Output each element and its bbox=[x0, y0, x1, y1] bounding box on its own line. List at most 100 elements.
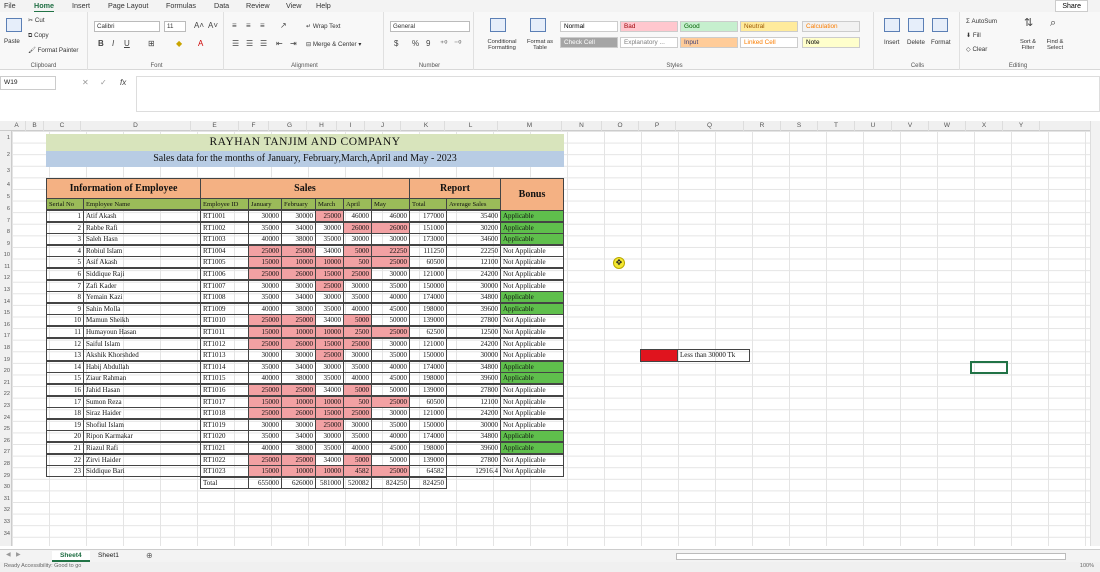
font-name-select[interactable]: Calibri bbox=[94, 21, 160, 32]
formula-input[interactable] bbox=[136, 76, 1100, 112]
table-cell-sn[interactable]: 11 bbox=[46, 326, 84, 338]
menu-tab-data[interactable]: Data bbox=[214, 1, 229, 10]
table-cell-may[interactable]: 45000 bbox=[371, 372, 410, 385]
table-cell-apr[interactable]: 25000 bbox=[343, 407, 372, 420]
table-cell-total[interactable]: 121000 bbox=[409, 407, 447, 420]
table-cell-jan[interactable]: 40000 bbox=[248, 233, 282, 246]
row-header-33[interactable]: 33 bbox=[0, 519, 12, 525]
table-cell-jan[interactable]: 40000 bbox=[248, 442, 282, 454]
table-header-cell[interactable]: January bbox=[248, 198, 282, 210]
table-cell-id[interactable]: RT1019 bbox=[200, 418, 249, 431]
table-cell-apr[interactable]: 30000 bbox=[343, 349, 372, 362]
column-header-N[interactable]: N bbox=[562, 121, 602, 131]
cell-style-good[interactable]: Good bbox=[680, 21, 738, 32]
table-cell-name[interactable]: Zafi Kader bbox=[83, 279, 201, 292]
table-cell-bonus[interactable]: Not Applicable bbox=[500, 395, 564, 408]
column-header-B[interactable]: B bbox=[26, 121, 44, 131]
table-cell-feb[interactable]: 25000 bbox=[281, 453, 316, 466]
table-cell-may[interactable]: 45000 bbox=[371, 442, 410, 454]
table-cell-name[interactable]: Robiul Islam bbox=[83, 244, 201, 257]
column-header-T[interactable]: T bbox=[818, 121, 855, 131]
row-header-28[interactable]: 28 bbox=[0, 461, 12, 467]
wrap-text-button[interactable]: ↵ Wrap Text bbox=[306, 23, 341, 30]
table-cell-mar[interactable]: 35000 bbox=[315, 442, 344, 454]
currency-icon[interactable]: $ bbox=[394, 40, 398, 48]
paste-icon[interactable] bbox=[6, 18, 22, 32]
table-cell-feb[interactable]: 38000 bbox=[281, 442, 316, 454]
column-header-A[interactable]: A bbox=[8, 121, 26, 131]
total-cell-mar[interactable]: 581000 bbox=[315, 476, 344, 489]
table-cell-jan[interactable]: 40000 bbox=[248, 372, 282, 385]
table-cell-may[interactable]: 35000 bbox=[371, 349, 410, 362]
table-cell-name[interactable]: Saiful Islam bbox=[83, 337, 201, 350]
table-cell-sn[interactable]: 2 bbox=[46, 221, 84, 234]
table-cell-sn[interactable]: 8 bbox=[46, 291, 84, 304]
table-cell-may[interactable]: 50000 bbox=[371, 384, 410, 396]
table-cell-avg[interactable]: 22250 bbox=[446, 244, 501, 257]
table-cell-id[interactable]: RT1021 bbox=[200, 442, 249, 454]
fill-color-icon[interactable]: ◆ bbox=[176, 40, 182, 48]
table-cell-bonus[interactable]: Applicable bbox=[500, 372, 564, 385]
table-cell-apr[interactable]: 46000 bbox=[343, 210, 372, 222]
table-cell-id[interactable]: RT1009 bbox=[200, 302, 249, 315]
table-cell-bonus[interactable]: Not Applicable bbox=[500, 314, 564, 327]
delete-icon[interactable] bbox=[908, 18, 924, 32]
total-cell-total[interactable]: 824250 bbox=[409, 476, 447, 489]
table-cell-feb[interactable]: 38000 bbox=[281, 372, 316, 385]
table-cell-feb[interactable]: 26000 bbox=[281, 268, 316, 280]
table-cell-jan[interactable]: 35000 bbox=[248, 430, 282, 443]
table-cell-feb[interactable]: 30000 bbox=[281, 279, 316, 292]
column-header-P[interactable]: P bbox=[639, 121, 676, 131]
table-cell-total[interactable]: 60500 bbox=[409, 256, 447, 269]
row-header-4[interactable]: 4 bbox=[0, 182, 12, 188]
table-cell-sn[interactable]: 17 bbox=[46, 395, 84, 408]
table-cell-avg[interactable]: 30000 bbox=[446, 279, 501, 292]
row-header-15[interactable]: 15 bbox=[0, 310, 12, 316]
table-cell-total[interactable]: 150000 bbox=[409, 418, 447, 431]
tab-scroll-left-icon[interactable]: ◀ bbox=[6, 552, 11, 558]
total-cell-may[interactable]: 824250 bbox=[371, 476, 410, 489]
table-cell-may[interactable]: 30000 bbox=[371, 233, 410, 246]
table-cell-apr[interactable]: 500 bbox=[343, 256, 372, 269]
table-cell-feb[interactable]: 30000 bbox=[281, 349, 316, 362]
table-cell-bonus[interactable]: Not Applicable bbox=[500, 384, 564, 396]
row-header-31[interactable]: 31 bbox=[0, 496, 12, 502]
table-cell-may[interactable]: 50000 bbox=[371, 453, 410, 466]
table-cell-name[interactable]: Zirvi Haider bbox=[83, 453, 201, 466]
table-cell-jan[interactable]: 15000 bbox=[248, 395, 282, 408]
cell-style-check-cell[interactable]: Check Cell bbox=[560, 37, 618, 48]
total-cell-feb[interactable]: 626000 bbox=[281, 476, 316, 489]
sort-filter-icon[interactable]: ⇅ bbox=[1024, 18, 1033, 29]
table-cell-total[interactable]: 198000 bbox=[409, 442, 447, 454]
table-cell-avg[interactable]: 12100 bbox=[446, 395, 501, 408]
table-cell-feb[interactable]: 38000 bbox=[281, 302, 316, 315]
table-cell-name[interactable]: Mamun Sheikh bbox=[83, 314, 201, 327]
align-bottom-icon[interactable]: ≡ bbox=[260, 22, 265, 30]
table-cell-bonus[interactable]: Applicable bbox=[500, 291, 564, 304]
increase-indent-icon[interactable]: ⇥ bbox=[290, 40, 297, 48]
column-header-L[interactable]: L bbox=[444, 121, 498, 131]
table-cell-total[interactable]: 198000 bbox=[409, 302, 447, 315]
table-cell-id[interactable]: RT1012 bbox=[200, 337, 249, 350]
table-cell-apr[interactable]: 4582 bbox=[343, 465, 372, 478]
table-cell-may[interactable]: 40000 bbox=[371, 291, 410, 304]
table-cell-sn[interactable]: 5 bbox=[46, 256, 84, 269]
delete-button[interactable]: Delete bbox=[907, 39, 925, 46]
table-cell-avg[interactable]: 39600 bbox=[446, 442, 501, 454]
table-cell-bonus[interactable]: Applicable bbox=[500, 442, 564, 454]
table-cell-id[interactable]: RT1007 bbox=[200, 279, 249, 292]
row-header-26[interactable]: 26 bbox=[0, 438, 12, 444]
table-cell-feb[interactable]: 26000 bbox=[281, 407, 316, 420]
table-cell-total[interactable]: 139000 bbox=[409, 384, 447, 396]
table-cell-total[interactable]: 111250 bbox=[409, 244, 447, 257]
table-cell-name[interactable]: Yemain Kazi bbox=[83, 291, 201, 304]
table-cell-feb[interactable]: 10000 bbox=[281, 465, 316, 478]
table-cell-apr[interactable]: 5000 bbox=[343, 384, 372, 396]
number-format-select[interactable]: General bbox=[390, 21, 470, 32]
table-cell-bonus[interactable]: Not Applicable bbox=[500, 244, 564, 257]
column-header-Y[interactable]: Y bbox=[1003, 121, 1040, 131]
table-cell-apr[interactable]: 40000 bbox=[343, 302, 372, 315]
table-cell-mar[interactable]: 30000 bbox=[315, 360, 344, 373]
table-cell-name[interactable]: Akshik Khorshded bbox=[83, 349, 201, 362]
table-cell-name[interactable]: Asif Akash bbox=[83, 256, 201, 269]
